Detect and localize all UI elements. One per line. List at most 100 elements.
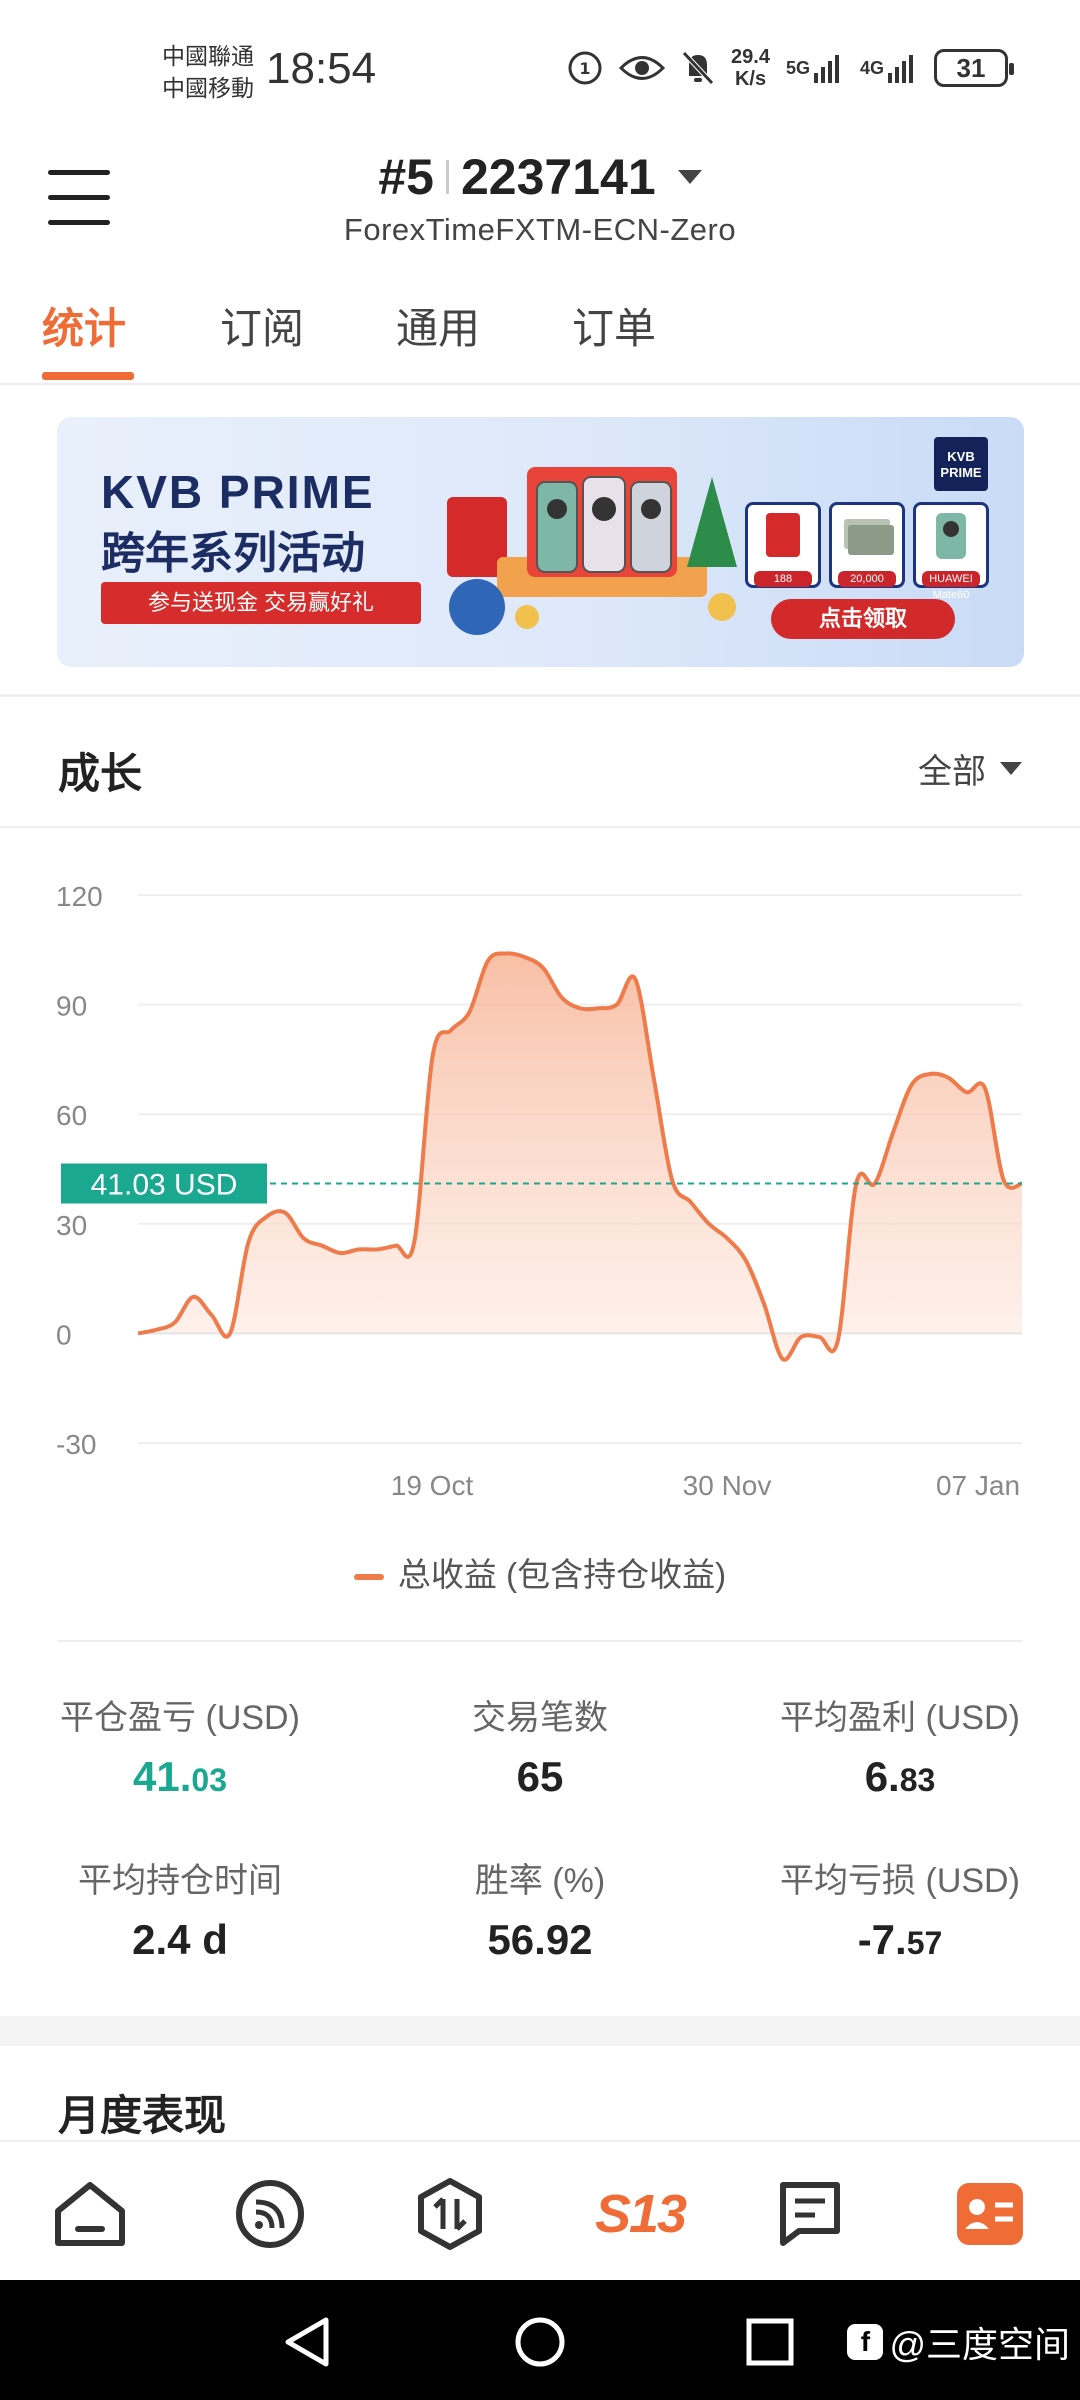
nav-home[interactable] xyxy=(50,2178,130,2250)
watermark: f @三度空间 xyxy=(847,2316,1070,2368)
nav-account[interactable] xyxy=(950,2178,1030,2250)
nav-trade[interactable] xyxy=(410,2178,490,2250)
status-bar: 中國聯通 中國移動 18:54 1 29.4 K/s 5G 4G 31 xyxy=(0,0,1080,140)
account-separator xyxy=(445,160,449,194)
clock: 18:54 xyxy=(266,44,377,93)
promo-banner[interactable]: KVB PRIME 跨年系列活动 参与送现金 交易赢好礼 KVB PRIME 1… xyxy=(57,417,1024,667)
series-area xyxy=(138,953,1022,1360)
carrier-names: 中國聯通 中國移動 xyxy=(162,40,254,104)
carrier-2: 中國移動 xyxy=(162,75,254,101)
chevron-down-icon xyxy=(1000,762,1022,775)
account-index: #5 xyxy=(378,149,434,205)
legend-swatch xyxy=(353,1574,384,1581)
recents-icon[interactable] xyxy=(746,2318,794,2366)
kvb-logo: KVB PRIME xyxy=(934,437,988,491)
divider xyxy=(58,1640,1022,1642)
signal-bars-icon xyxy=(888,55,913,83)
x-tick-label: 19 Oct xyxy=(391,1470,474,1501)
stat-value: -7.57 xyxy=(857,1916,943,1963)
y-tick-label: 90 xyxy=(56,991,87,1022)
trade-swap-icon xyxy=(418,2178,482,2250)
prize-3-label: HUAWEI Mate60 xyxy=(922,571,980,601)
banner-subtitle: 跨年系列活动 xyxy=(101,529,365,578)
home-icon xyxy=(55,2182,125,2246)
prize-2-label: 20,000 xyxy=(838,571,896,587)
stat-value: 41.03 xyxy=(133,1753,227,1800)
tab-subscribe[interactable]: 订阅 xyxy=(220,295,304,356)
system-nav-bar: f @三度空间 xyxy=(0,2280,1080,2400)
y-tick-label: -30 xyxy=(56,1429,96,1460)
x-tick-label: 30 Nov xyxy=(683,1470,772,1501)
signal-bars-icon xyxy=(813,55,839,83)
signal-5g: 5G xyxy=(786,53,844,83)
legend-label: 总收益 (包含持仓收益) xyxy=(397,1556,727,1593)
section-gap xyxy=(0,2016,1080,2046)
stat-value: 56.92 xyxy=(487,1916,593,1963)
chevron-down-icon xyxy=(677,170,702,184)
stat-label: 平均盈利 (USD) xyxy=(780,1699,1020,1737)
stat-label: 平均亏损 (USD) xyxy=(780,1862,1020,1900)
growth-chart[interactable]: 120 90 60 30 0 -30 41.03 USD 19 Oct 30 Nov 07 J… xyxy=(0,830,1080,1560)
signal-4g: 4G xyxy=(860,53,918,83)
battery-indicator: 31 xyxy=(934,49,1014,87)
watermark-text: @三度空间 xyxy=(889,2324,1070,2365)
account-number: 2237141 xyxy=(460,149,656,205)
message-icon xyxy=(780,2182,840,2246)
y-tick-label: 0 xyxy=(56,1319,72,1350)
server-name: ForexTimeFXTM-ECN-Zero xyxy=(343,212,737,247)
nav-signals[interactable] xyxy=(230,2178,310,2250)
y-tick-label: 30 xyxy=(56,1210,87,1241)
account-card-icon xyxy=(957,2183,1023,2245)
back-icon[interactable] xyxy=(282,2316,332,2368)
growth-header: 成长 全部 xyxy=(0,700,1080,828)
network-speed: 29.4 K/s xyxy=(731,46,770,90)
prize-1-label: 188 xyxy=(754,571,812,587)
nav-messages[interactable] xyxy=(770,2178,850,2250)
home-circle-icon[interactable] xyxy=(514,2316,566,2368)
stat-item: 胜率 (%) 56.92 xyxy=(360,1853,720,1964)
active-tab-indicator xyxy=(42,372,134,380)
eye-icon xyxy=(619,56,666,80)
red-envelope-icon xyxy=(766,513,800,557)
chart-legend: 总收益 (包含持仓收益) xyxy=(0,1548,1080,1596)
cash-icon xyxy=(844,519,894,555)
nav-s13[interactable]: S13 xyxy=(580,2178,700,2250)
stat-value-decimals: 03 xyxy=(191,1762,227,1798)
growth-chart-svg: 120 90 60 30 0 -30 41.03 USD 19 Oct 30 Nov 07 J… xyxy=(56,881,1023,1501)
stat-value-decimals: 57 xyxy=(906,1925,943,1961)
account-selector[interactable]: #5 2237141 ForexTimeFXTM-ECN-Zero xyxy=(0,148,1080,248)
monthly-performance-title: 月度表现 xyxy=(58,2092,227,2139)
range-dropdown[interactable]: 全部 xyxy=(918,744,1022,793)
stat-label: 平均持仓时间 xyxy=(78,1862,282,1900)
prize-red-envelope: 188 xyxy=(745,502,821,588)
tab-bar: 统计 订阅 通用 订单 xyxy=(0,265,1080,385)
stat-item: 平仓盈亏 (USD) 41.03 xyxy=(0,1690,360,1801)
signal-4g-label: 4G xyxy=(859,58,884,78)
stat-item: 平均盈利 (USD) 6.83 xyxy=(720,1690,1080,1801)
s13-logo: S13 xyxy=(594,2184,687,2244)
stat-item: 交易笔数 65 xyxy=(360,1690,720,1801)
tab-general[interactable]: 通用 xyxy=(396,295,480,356)
signal-feed-icon xyxy=(236,2180,304,2248)
current-value-label: 41.03 USD xyxy=(91,1169,238,1202)
account-header: #5 2237141 ForexTimeFXTM-ECN-Zero xyxy=(0,140,1080,265)
phone-icon xyxy=(936,513,966,559)
range-value: 全部 xyxy=(918,753,986,791)
signal-5g-label: 5G xyxy=(785,58,810,78)
net-speed-unit: K/s xyxy=(734,68,767,90)
stat-item: 平均持仓时间 2.4 d xyxy=(0,1853,360,1964)
svg-text:1: 1 xyxy=(579,59,590,78)
net-speed-value: 29.4 xyxy=(731,46,770,68)
claim-button[interactable]: 点击领取 xyxy=(771,599,955,639)
y-tick-label: 120 xyxy=(56,881,103,912)
stat-label: 胜率 (%) xyxy=(474,1862,606,1900)
tab-orders[interactable]: 订单 xyxy=(572,295,656,356)
facebook-icon: f xyxy=(847,2324,884,2360)
promo-banner-section: KVB PRIME 跨年系列活动 参与送现金 交易赢好礼 KVB PRIME 1… xyxy=(0,385,1080,697)
stat-value: 6.83 xyxy=(864,1753,936,1800)
status-icons: 1 29.4 K/s 5G 4G 31 xyxy=(567,46,1014,90)
hd-call-icon: 1 xyxy=(568,51,602,85)
x-tick-label: 07 Jan xyxy=(936,1470,1020,1501)
stat-value: 2.4 d xyxy=(132,1916,228,1963)
tab-statistics[interactable]: 统计 xyxy=(42,295,126,356)
